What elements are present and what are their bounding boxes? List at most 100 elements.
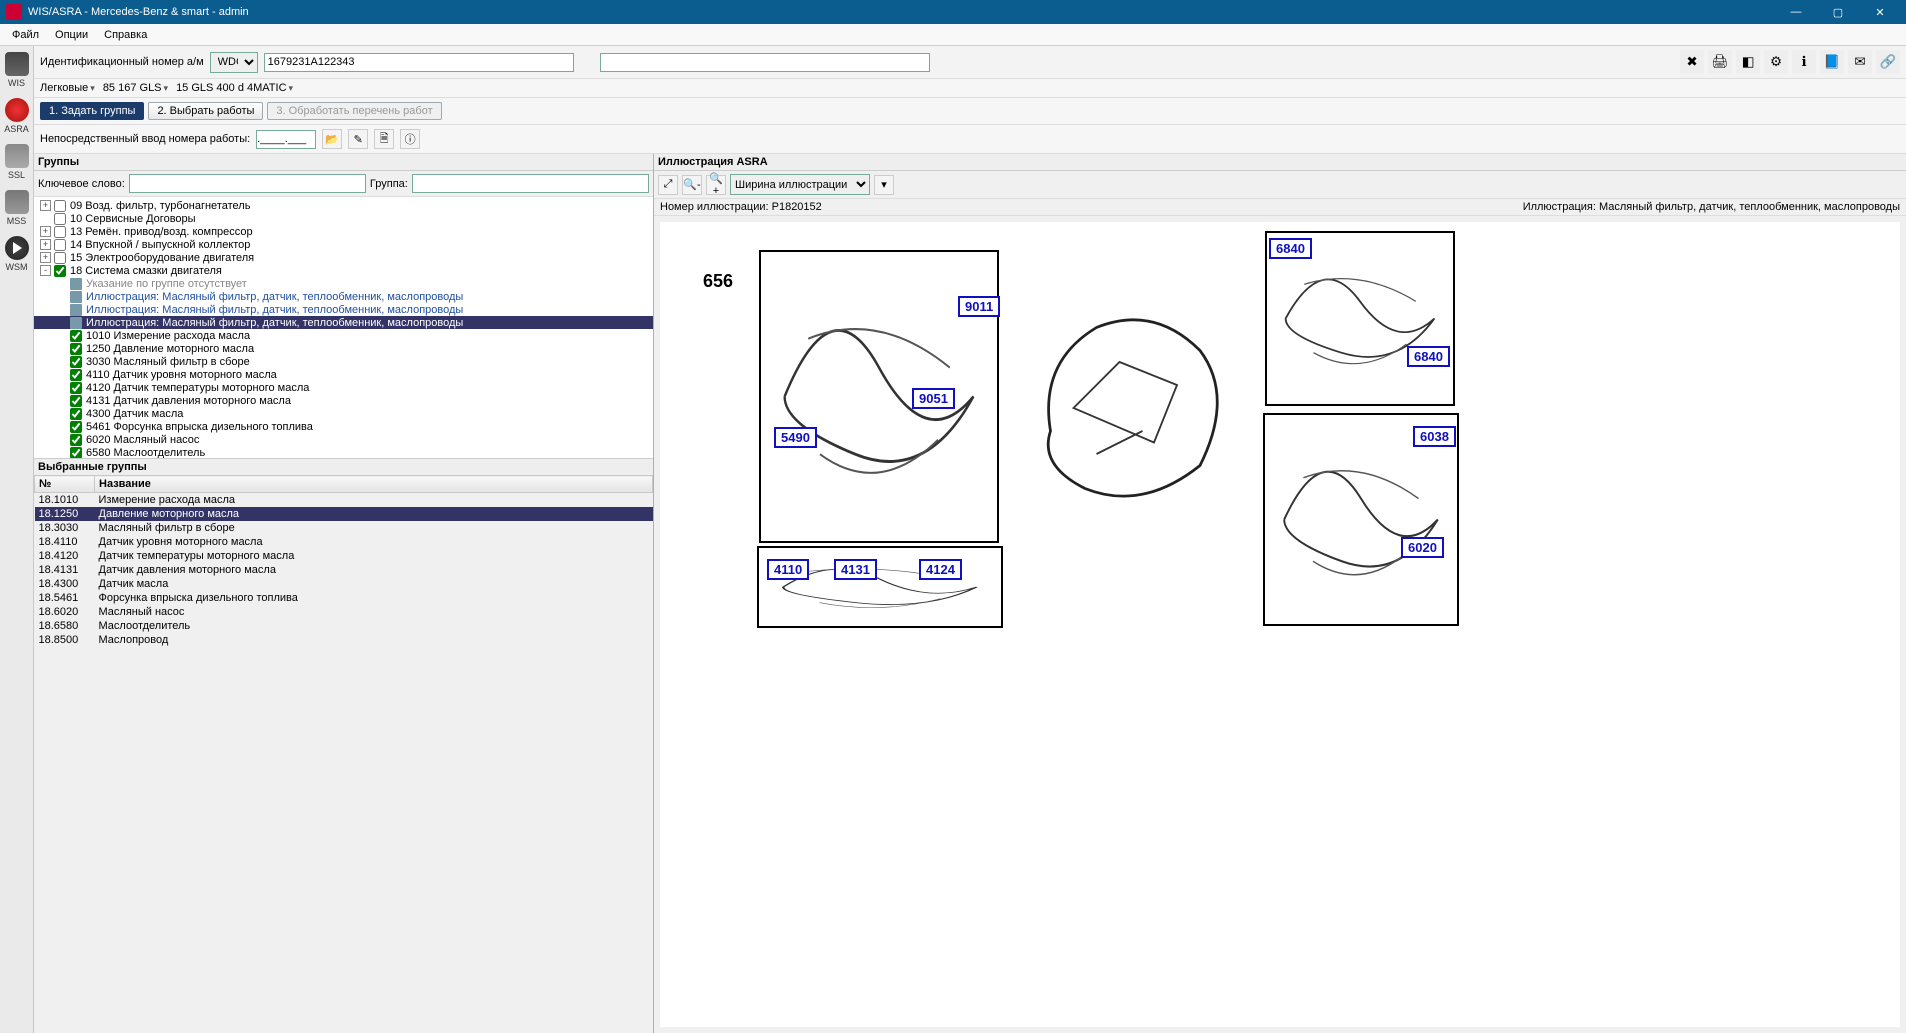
part-label[interactable]: 5490 (774, 427, 817, 448)
clear-icon[interactable]: ✖ (1680, 50, 1704, 74)
table-row[interactable]: 18.6580Маслоотделитель (35, 619, 653, 633)
menu-options[interactable]: Опции (47, 26, 96, 44)
tree-row[interactable]: 6020 Масляный насос (34, 433, 653, 446)
part-label[interactable]: 6840 (1407, 346, 1450, 367)
part-label[interactable]: 4131 (834, 559, 877, 580)
tree-checkbox[interactable] (70, 395, 82, 407)
nav-wis[interactable]: WIS (3, 52, 31, 88)
tree-row[interactable]: 6580 Маслоотделитель (34, 446, 653, 459)
part-label[interactable]: 9011 (958, 296, 1000, 317)
book-icon[interactable]: 📘 (1820, 50, 1844, 74)
illus-menu-icon[interactable]: ▾ (874, 175, 894, 195)
crumb-variant[interactable]: 15 GLS 400 d 4MATIC▾ (176, 82, 293, 94)
tree-row[interactable]: 1010 Измерение расхода масла (34, 329, 653, 342)
menu-help[interactable]: Справка (96, 26, 155, 44)
tree-row[interactable]: Иллюстрация: Масляный фильтр, датчик, те… (34, 290, 653, 303)
groups-tree[interactable]: +09 Возд. фильтр, турбонагнетатель10 Сер… (34, 197, 653, 459)
close-button[interactable]: ✕ (1860, 2, 1900, 22)
tree-checkbox[interactable] (70, 330, 82, 342)
table-row[interactable]: 18.3030Масляный фильтр в сборе (35, 521, 653, 535)
tree-checkbox[interactable] (70, 421, 82, 433)
table-row[interactable]: 18.6020Масляный насос (35, 605, 653, 619)
zoom-select[interactable]: Ширина иллюстрации (730, 174, 870, 195)
tree-row[interactable]: 4120 Датчик температуры моторного масла (34, 381, 653, 394)
expand-icon[interactable]: + (40, 200, 51, 211)
part-label[interactable]: 6020 (1401, 537, 1444, 558)
tree-row[interactable]: +13 Ремён. привод/возд. компрессор (34, 225, 653, 238)
part-label[interactable]: 4124 (919, 559, 962, 580)
tree-checkbox[interactable] (70, 356, 82, 368)
tree-checkbox[interactable] (70, 369, 82, 381)
tree-row[interactable]: 3030 Масляный фильтр в сборе (34, 355, 653, 368)
extra-search-input[interactable] (600, 53, 930, 72)
expand-icon[interactable]: + (40, 239, 51, 250)
tree-row[interactable]: 5461 Форсунка впрыска дизельного топлива (34, 420, 653, 433)
illustration-canvas[interactable]: 656 901190515490411041314124684068406038… (660, 222, 1900, 1027)
nav-mss[interactable]: MSS (3, 190, 31, 226)
print-icon[interactable]: 🖨 (1708, 50, 1732, 74)
tab-step1[interactable]: 1. Задать группы (40, 102, 144, 120)
nav-wsm[interactable]: WSM (3, 236, 31, 272)
tree-row[interactable]: +14 Впускной / выпускной коллектор (34, 238, 653, 251)
tree-row[interactable]: Указание по группе отсутствует (34, 277, 653, 290)
zoom-fit-icon[interactable]: ⤢ (658, 175, 678, 195)
table-row[interactable]: 18.8500Маслопровод (35, 633, 653, 647)
col-number[interactable]: № (35, 476, 95, 493)
tree-row[interactable]: 4300 Датчик масла (34, 407, 653, 420)
worknum-doc-icon[interactable]: 🗎 (374, 129, 394, 149)
minimize-button[interactable]: — (1776, 2, 1816, 22)
tree-row[interactable]: 4110 Датчик уровня моторного масла (34, 368, 653, 381)
worknum-open-icon[interactable]: 📂 (322, 129, 342, 149)
nav-ssl[interactable]: SSL (3, 144, 31, 180)
tree-checkbox[interactable] (54, 252, 66, 264)
share-icon[interactable]: 🔗 (1876, 50, 1900, 74)
table-row[interactable]: 18.1010Измерение расхода масла (35, 493, 653, 508)
table-row[interactable]: 18.4110Датчик уровня моторного масла (35, 535, 653, 549)
table-row[interactable]: 18.4131Датчик давления моторного масла (35, 563, 653, 577)
expand-icon[interactable]: + (40, 252, 51, 263)
tree-checkbox[interactable] (54, 226, 66, 238)
mail-icon[interactable]: ✉ (1848, 50, 1872, 74)
keyword-input[interactable] (129, 174, 366, 193)
nav-asra[interactable]: ASRA (3, 98, 31, 134)
tree-checkbox[interactable] (70, 434, 82, 446)
tree-checkbox[interactable] (70, 447, 82, 459)
tree-checkbox[interactable] (54, 200, 66, 212)
tree-checkbox[interactable] (70, 382, 82, 394)
part-label[interactable]: 9051 (912, 388, 955, 409)
crumb-model[interactable]: 85 167 GLS▾ (103, 82, 168, 94)
expand-icon[interactable]: + (40, 226, 51, 237)
group-input[interactable] (412, 174, 649, 193)
tree-row[interactable]: -18 Система смазки двигателя (34, 264, 653, 277)
tree-row[interactable]: Иллюстрация: Масляный фильтр, датчик, те… (34, 303, 653, 316)
col-name[interactable]: Название (95, 476, 653, 493)
gear-icon[interactable]: ⚙ (1764, 50, 1788, 74)
vin-prefix-select[interactable]: WDC (210, 52, 258, 73)
part-label[interactable]: 6840 (1269, 238, 1312, 259)
tree-checkbox[interactable] (54, 239, 66, 251)
zoom-out-icon[interactable]: 🔍- (682, 175, 702, 195)
tree-row[interactable]: +09 Возд. фильтр, турбонагнетатель (34, 199, 653, 212)
tree-checkbox[interactable] (54, 213, 66, 225)
tree-checkbox[interactable] (54, 265, 66, 277)
zoom-in-icon[interactable]: 🔍+ (706, 175, 726, 195)
tab-step2[interactable]: 2. Выбрать работы (148, 102, 263, 120)
table-row[interactable]: 18.1250Давление моторного масла (35, 507, 653, 521)
table-row[interactable]: 18.5461Форсунка впрыска дизельного топли… (35, 591, 653, 605)
expand-icon[interactable]: - (40, 265, 51, 276)
crumb-type[interactable]: Легковые▾ (40, 82, 95, 94)
worknum-input[interactable] (256, 130, 316, 149)
part-label[interactable]: 4110 (767, 559, 809, 580)
tree-row[interactable]: +15 Электрооборудование двигателя (34, 251, 653, 264)
vin-input[interactable] (264, 53, 574, 72)
info-icon[interactable]: ℹ (1792, 50, 1816, 74)
tree-checkbox[interactable] (70, 343, 82, 355)
tree-row[interactable]: 4131 Датчик давления моторного масла (34, 394, 653, 407)
menu-file[interactable]: Файл (4, 26, 47, 44)
tree-row[interactable]: 1250 Давление моторного масла (34, 342, 653, 355)
worknum-info-icon[interactable]: ⓘ (400, 129, 420, 149)
tree-row[interactable]: 10 Сервисные Договоры (34, 212, 653, 225)
erase-icon[interactable]: ◧ (1736, 50, 1760, 74)
worknum-edit-icon[interactable]: ✎ (348, 129, 368, 149)
maximize-button[interactable]: ▢ (1818, 2, 1858, 22)
